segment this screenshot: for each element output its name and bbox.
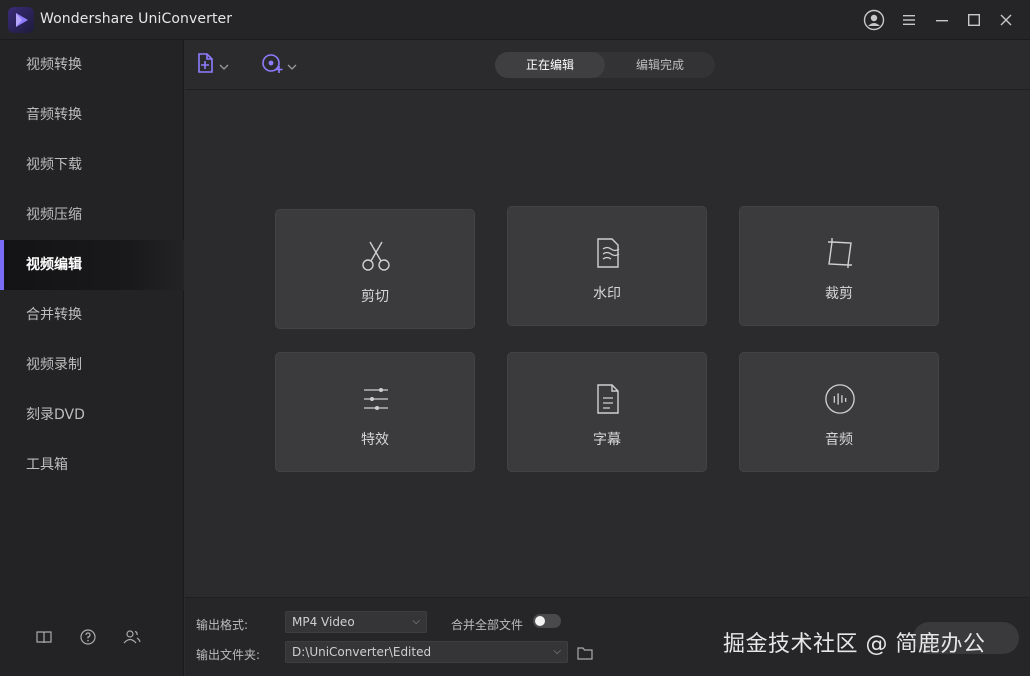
crop-icon: [824, 237, 856, 269]
add-media-button[interactable]: [261, 52, 297, 78]
maximize-icon[interactable]: [962, 8, 986, 32]
edit-tools-area: 剪切 水印 裁剪 特效 字幕 音频: [185, 91, 1030, 596]
effects-sliders-icon: [360, 383, 392, 415]
tool-card-trim[interactable]: 剪切: [275, 209, 475, 329]
user-circle-icon[interactable]: [862, 8, 886, 32]
sidebar-item-record[interactable]: 视频录制: [0, 340, 184, 390]
audio-icon: [824, 383, 856, 415]
toolbar: 正在编辑 编辑完成: [185, 40, 1030, 90]
title-bar: Wondershare UniConverter: [0, 0, 1030, 40]
chevron-down-icon: ⌵: [553, 646, 561, 657]
app-title: Wondershare UniConverter: [40, 11, 233, 27]
add-media-icon: [261, 52, 285, 78]
output-settings-bar: 输出格式: MP4 Video ⌵ 合并全部文件 输出文件夹: D:\UniCo…: [185, 597, 1030, 676]
chevron-down-icon: [287, 56, 297, 75]
add-file-button[interactable]: [195, 52, 229, 78]
sidebar-item-video-convert[interactable]: 视频转换: [0, 40, 184, 90]
sidebar-item-audio-convert[interactable]: 音频转换: [0, 90, 184, 140]
merge-all-label: 合并全部文件: [451, 618, 524, 632]
toggle-knob: [535, 616, 545, 626]
merge-all-toggle[interactable]: [533, 614, 561, 628]
tool-label-trim: 剪切: [361, 289, 389, 305]
tool-label-watermark: 水印: [593, 286, 621, 302]
hamburger-icon[interactable]: [898, 8, 922, 32]
close-icon[interactable]: [994, 8, 1018, 32]
sidebar-item-burn-dvd[interactable]: 刻录DVD: [0, 390, 184, 440]
tool-card-audio[interactable]: 音频: [739, 352, 939, 472]
book-icon[interactable]: [34, 627, 54, 647]
help-icon[interactable]: [78, 627, 98, 647]
chevron-down-icon: ⌵: [412, 616, 420, 627]
app-logo-icon: [8, 7, 34, 33]
sidebar-item-video-download[interactable]: 视频下载: [0, 140, 184, 190]
output-format-select[interactable]: MP4 Video ⌵: [285, 611, 427, 633]
scissors-icon: [360, 240, 392, 272]
tool-card-watermark[interactable]: 水印: [507, 206, 707, 326]
open-folder-icon[interactable]: [577, 645, 595, 661]
output-folder-label: 输出文件夹:: [196, 648, 261, 662]
output-folder-select[interactable]: D:\UniConverter\Edited ⌵: [285, 641, 568, 663]
output-format-value: MP4 Video: [292, 615, 355, 629]
people-icon[interactable]: [122, 627, 142, 647]
tool-label-audio: 音频: [825, 432, 853, 448]
add-file-icon: [195, 52, 217, 78]
tool-card-crop[interactable]: 裁剪: [739, 206, 939, 326]
tool-label-crop: 裁剪: [825, 286, 853, 302]
tab-editing[interactable]: 正在编辑: [495, 52, 605, 78]
edit-status-tabs: 正在编辑 编辑完成: [495, 52, 715, 78]
watermark-text: 掘金技术社区 @ 简鹿办公: [723, 632, 986, 657]
output-folder-value: D:\UniConverter\Edited: [292, 645, 432, 659]
tool-label-effects: 特效: [361, 432, 389, 448]
tab-edited[interactable]: 编辑完成: [605, 52, 715, 78]
watermark-icon: [592, 237, 624, 269]
sidebar-item-toolbox[interactable]: 工具箱: [0, 440, 184, 490]
minimize-icon[interactable]: [930, 8, 954, 32]
tool-label-subtitle: 字幕: [593, 432, 621, 448]
output-format-label: 输出格式:: [196, 618, 249, 632]
chevron-down-icon: [219, 56, 229, 75]
sidebar-item-video-edit[interactable]: 视频编辑: [0, 240, 184, 290]
sidebar-item-merge[interactable]: 合并转换: [0, 290, 184, 340]
sidebar-item-video-compress[interactable]: 视频压缩: [0, 190, 184, 240]
sidebar: 视频转换 音频转换 视频下载 视频压缩 视频编辑 合并转换 视频录制 刻录DVD…: [0, 40, 184, 676]
subtitle-icon: [592, 383, 624, 415]
tool-card-effects[interactable]: 特效: [275, 352, 475, 472]
tool-card-subtitle[interactable]: 字幕: [507, 352, 707, 472]
